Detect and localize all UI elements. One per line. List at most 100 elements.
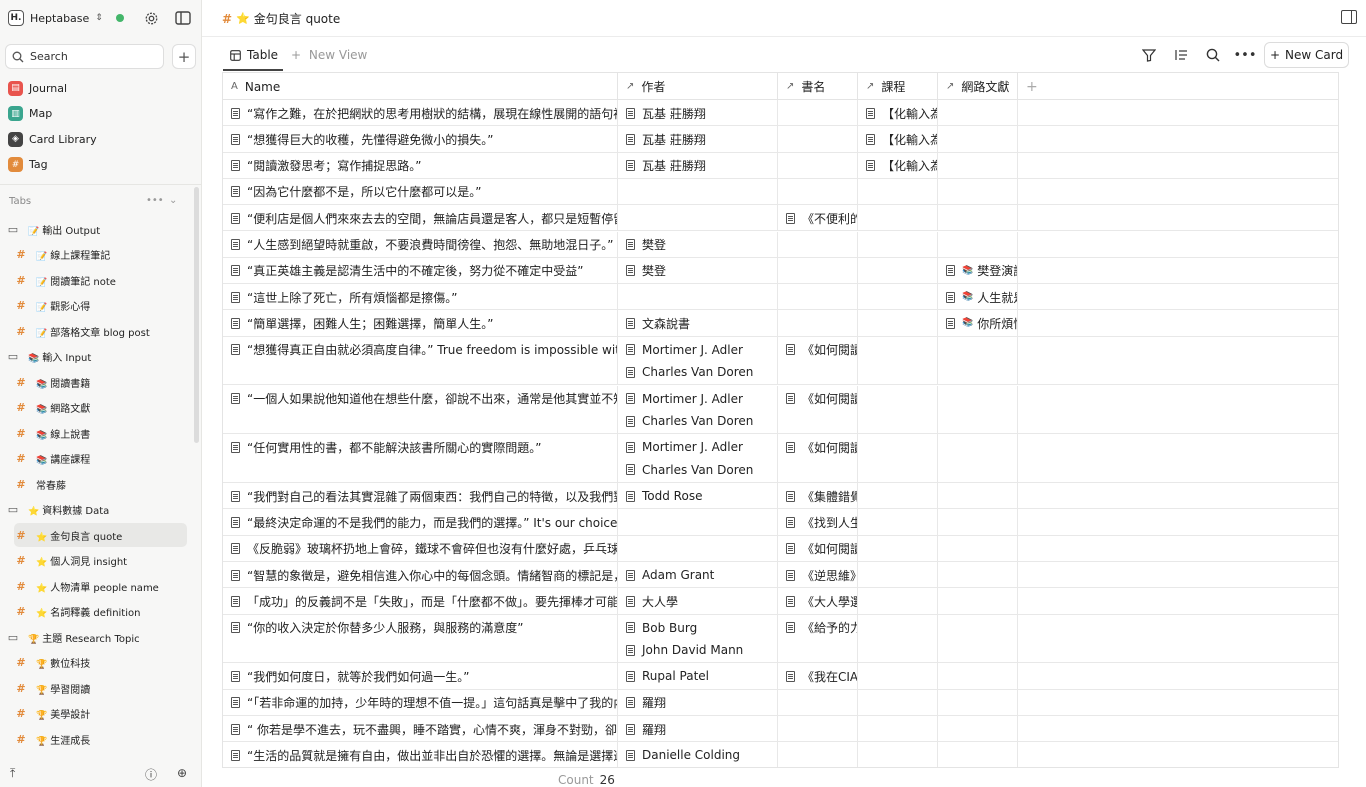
relation-chip[interactable]: 《找到人生 [786,513,857,531]
relation-chip[interactable]: 羅翔 [626,720,666,738]
relation-chip[interactable]: Todd Rose [626,487,702,505]
tree-tag-item[interactable]: # 🏆 美學設計 [14,702,187,726]
sort-icon[interactable] [1172,46,1190,64]
column-header-3[interactable]: ↗ 課程 [858,73,938,100]
right-panel-toggle-icon[interactable] [1341,10,1357,24]
relation-chip[interactable]: 📚你所煩惱 [946,314,1017,332]
table-row[interactable]: “因為它什麼都不是，所以它什麼都可以是。” [223,178,1338,206]
table-cell-name[interactable]: “簡單選擇，困難人生；困難選擇，簡單人生。” [223,310,618,336]
relation-chip[interactable]: 樊登 [626,262,666,280]
table-cell-name[interactable]: “因為它什麼都不是，所以它什麼都可以是。” [223,178,618,205]
tree-folder[interactable]: ▭ 🏆 主題 Research Topic [6,625,179,649]
table-row[interactable]: “你的收入決定於你替多少人服務，與服務的滿意度” Bob Burg John Dav… [223,614,1338,664]
relation-chip[interactable]: 《給予的力 [786,619,857,637]
relation-chip[interactable]: 《集體錯覺 [786,487,857,505]
table-cell-name[interactable]: “想獲得真正自由就必須高度自律。” True freedom is imposs… [223,336,618,385]
table-cell-name[interactable]: “寫作之難，在於把網狀的思考用樹狀的結構，展現在線性展開的語句裡。” [223,100,618,126]
relation-chip[interactable]: 《逆思維》 [786,566,857,584]
tree-tag-item[interactable]: # ⭐ 金句良言 quote [14,523,187,547]
relation-chip[interactable]: 《不便利的 [786,209,857,227]
tree-tag-item[interactable]: # ⭐ 名詞釋義 definition [14,600,187,624]
relation-chip[interactable]: Rupal Patel [626,667,709,685]
card-name[interactable]: “真正英雄主義是認清生活中的不確定後，努力從不確定中受益” [231,262,583,280]
add-column-icon[interactable]: + [1026,79,1038,95]
sidebar-item-journal[interactable]: ▤ Journal [8,78,67,98]
table-cell-name[interactable]: “生活的品質就是擁有自由，做出並非出自於恐懼的選擇。無論是選擇進行哪 [223,742,618,767]
column-header-1[interactable]: ↗ 作者 [618,73,778,100]
column-header-0[interactable]: A Name [223,73,618,100]
relation-chip[interactable]: 《如何閱讀 [786,390,857,408]
column-header-2[interactable]: ↗ 書名 [778,73,858,100]
relation-chip[interactable]: Mortimer J. Adler [626,390,743,408]
card-name[interactable]: “智慧的象徵是，避免相信進入你心中的每個念頭。情緒智商的標記是，避免 [231,566,617,584]
sidebar-toggle-icon[interactable] [174,9,192,27]
table-cell-name[interactable]: “人生感到絕望時就重啟，不要浪費時間徬徨、抱怨、無助地混日子。” [223,231,618,257]
relation-chip[interactable]: Mortimer J. Adler [626,341,743,359]
table-row[interactable]: “一個人如果說他知道他在想些什麼，卻說不出來，通常是他其實並不知道自 Mortim… [223,385,1338,435]
table-cell-name[interactable]: “最終決定命運的不是我們的能力，而是我們的選擇。” It's our choic… [223,509,618,535]
new-view-button[interactable]: + New View [291,48,367,62]
tree-tag-item[interactable]: # 📚 網路文獻 [14,396,187,420]
tree-folder[interactable]: ▭ ⭐ 資料數據 Data [6,498,179,522]
table-row[interactable]: “任何實用性的書，都不能解決該書所關心的實際問題。” Mortimer J. Ad… [223,434,1338,484]
tree-tag-item[interactable]: # 🏆 數位科技 [14,651,187,675]
table-cell-name[interactable]: “ 你若是學不進去，玩不盡興，睡不踏實，心情不爽，渾身不對勁，卻又貪戀 [223,716,618,742]
sidebar-item-map[interactable]: ▥ Map [8,104,52,124]
card-name[interactable]: “「若非命運的加持，少年時的理想不值一提。」這句話真是擊中了我的內心 [231,694,617,712]
card-name[interactable]: “寫作之難，在於把網狀的思考用樹狀的結構，展現在線性展開的語句裡。” [231,104,617,122]
card-name[interactable]: “任何實用性的書，都不能解決該書所關心的實際問題。” [231,438,541,456]
tree-tag-item[interactable]: # ⭐ 人物清單 people name [14,574,187,598]
relation-chip[interactable]: Charles Van Doren [626,412,753,430]
sidebar-item-card-library[interactable]: ◈ Card Library [8,129,97,149]
card-name[interactable]: “我們如何度日，就等於我們如何過一生。” [231,667,469,685]
table-row[interactable]: “想獲得真正自由就必須高度自律。” True freedom is imposs… [223,336,1338,386]
relation-chip[interactable]: 瓦基 莊勝翔 [626,157,706,175]
table-cell-name[interactable]: “我們如何度日，就等於我們如何過一生。” [223,663,618,689]
table-cell-name[interactable]: “這世上除了死亡，所有煩惱都是擦傷。” [223,284,618,310]
help-icon[interactable]: ⓘ [145,766,157,783]
table-row[interactable]: 「成功」的反義詞不是「失敗」，而是「什麼都不做」。要先揮棒才可能有全 大人學 《大人… [223,588,1338,615]
more-options-icon[interactable]: ••• [1234,46,1257,64]
relation-chip[interactable]: 羅翔 [626,694,666,712]
card-name[interactable]: “你的收入決定於你替多少人服務，與服務的滿意度” [231,619,523,637]
table-cell-name[interactable]: “便利店是個人們來來去去的空間，無論店員還是客人，都只是短暫停留的過 [223,205,618,231]
table-cell-name[interactable]: “一個人如果說他知道他在想些什麼，卻說不出來，通常是他其實並不知道自 [223,385,618,434]
table-row[interactable]: “我們如何度日，就等於我們如何過一生。” Rupal Patel 《我在CIA! [223,663,1338,690]
search-icon[interactable] [1204,46,1222,64]
relation-chip[interactable]: 《如何閱讀 [786,438,857,456]
card-name[interactable]: “想獲得巨大的收穫，先懂得避免微小的損失。” [231,130,493,148]
relation-chip[interactable]: 《我在CIA! [786,667,857,685]
relation-chip[interactable]: 樊登 [626,236,666,254]
globe-icon[interactable]: ⊕ [177,766,187,780]
tree-tag-item[interactable]: # 📝 部落格文章 blog post [14,319,187,343]
table-cell-name[interactable]: “你的收入決定於你替多少人服務，與服務的滿意度” [223,614,618,663]
table-row[interactable]: “我們對自己的看法其實混雜了兩個東西：我們自己的特徵，以及我們對內屬 Todd R… [223,483,1338,510]
filter-icon[interactable] [1140,46,1158,64]
relation-chip[interactable]: Charles Van Doren [626,363,753,381]
relation-chip[interactable]: Adam Grant [626,566,714,584]
table-cell-name[interactable]: “智慧的象徵是，避免相信進入你心中的每個念頭。情緒智商的標記是，避免 [223,562,618,588]
table-row[interactable]: “最終決定命運的不是我們的能力，而是我們的選擇。” It's our choic… [223,509,1338,536]
table-row[interactable]: “生活的品質就是擁有自由，做出並非出自於恐懼的選擇。無論是選擇進行哪 Daniel… [223,742,1338,767]
relation-chip[interactable]: John David Mann [626,641,743,659]
sidebar-search[interactable]: Search [5,44,164,69]
card-name[interactable]: 「成功」的反義詞不是「失敗」，而是「什麼都不做」。要先揮棒才可能有全 [231,592,617,610]
relation-chip[interactable]: 瓦基 莊勝翔 [626,130,706,148]
card-name[interactable]: “我們對自己的看法其實混雜了兩個東西：我們自己的特徵，以及我們對內屬 [231,487,617,505]
table-cell-name[interactable]: “任何實用性的書，都不能解決該書所關心的實際問題。” [223,434,618,483]
add-button[interactable]: + [172,44,196,69]
table-cell-name[interactable]: “想獲得巨大的收穫，先懂得避免微小的損失。” [223,126,618,152]
table-cell-name[interactable]: “我們對自己的看法其實混雜了兩個東西：我們自己的特徵，以及我們對內屬 [223,483,618,509]
card-name[interactable]: “ 你若是學不進去，玩不盡興，睡不踏實，心情不爽，渾身不對勁，卻又貪戀 [231,720,617,738]
relation-chip[interactable]: 大人學 [626,592,678,610]
workspace-switcher[interactable]: H. Heptabase ⇕ [8,8,103,28]
card-name[interactable]: “人生感到絕望時就重啟，不要浪費時間徬徨、抱怨、無助地混日子。” [231,236,613,254]
tree-folder[interactable]: ▭ 📝 輸出 Output [6,217,179,241]
card-name[interactable]: “簡單選擇，困難人生；困難選擇，簡單人生。” [231,314,493,332]
relation-chip[interactable]: 📚人生就是 [946,288,1017,306]
relation-chip[interactable]: 《如何閱讀 [786,540,857,558]
card-name[interactable]: “一個人如果說他知道他在想些什麼，卻說不出來，通常是他其實並不知道自 [231,390,617,408]
table-cell-name[interactable]: 《反脆弱》玻璃杯扔地上會碎，鐵球不會碎但也沒有什麼好處，乒乓球會彈起 [223,535,618,561]
sidebar-scrollbar[interactable] [194,187,199,443]
relation-chip[interactable]: Bob Burg [626,619,697,637]
